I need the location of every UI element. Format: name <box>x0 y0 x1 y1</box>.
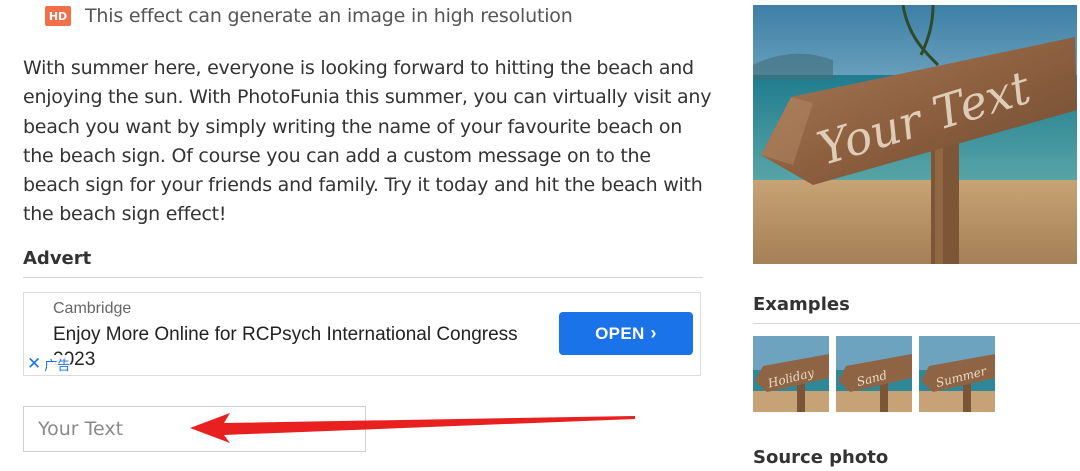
ad-headline[interactable]: Enjoy More Online for RCPsych Internatio… <box>53 322 523 372</box>
example-thumbnail-1[interactable]: Holiday <box>753 336 829 412</box>
advert-divider <box>23 277 703 278</box>
examples-heading: Examples <box>753 294 850 315</box>
source-photo-heading: Source photo <box>753 447 889 468</box>
arrow-annotation-icon <box>190 413 635 443</box>
close-icon[interactable]: ✕ <box>27 356 41 373</box>
ad-banner[interactable]: Cambridge Enjoy More Online for RCPsych … <box>23 292 701 376</box>
hd-row: HD This effect can generate an image in … <box>45 4 573 28</box>
hd-description: This effect can generate an image in hig… <box>85 5 573 27</box>
ad-open-label: OPEN <box>595 323 645 343</box>
hd-badge: HD <box>45 6 71 26</box>
ad-choices-label: 广告 <box>44 358 71 374</box>
advert-heading: Advert <box>23 248 92 269</box>
effect-description: With summer here, everyone is looking fo… <box>23 57 712 226</box>
ad-choices[interactable]: ✕ 广告 <box>27 355 71 374</box>
ad-sponsor: Cambridge <box>53 300 132 317</box>
ad-open-button[interactable]: OPEN › <box>559 312 693 355</box>
chevron-right-icon: › <box>650 323 657 343</box>
example-thumbnail-2[interactable]: Sand <box>836 336 912 412</box>
effect-preview-image[interactable]: Your Text <box>753 5 1077 264</box>
example-thumbnail-3[interactable]: Summer <box>919 336 995 412</box>
examples-divider <box>753 323 1080 324</box>
